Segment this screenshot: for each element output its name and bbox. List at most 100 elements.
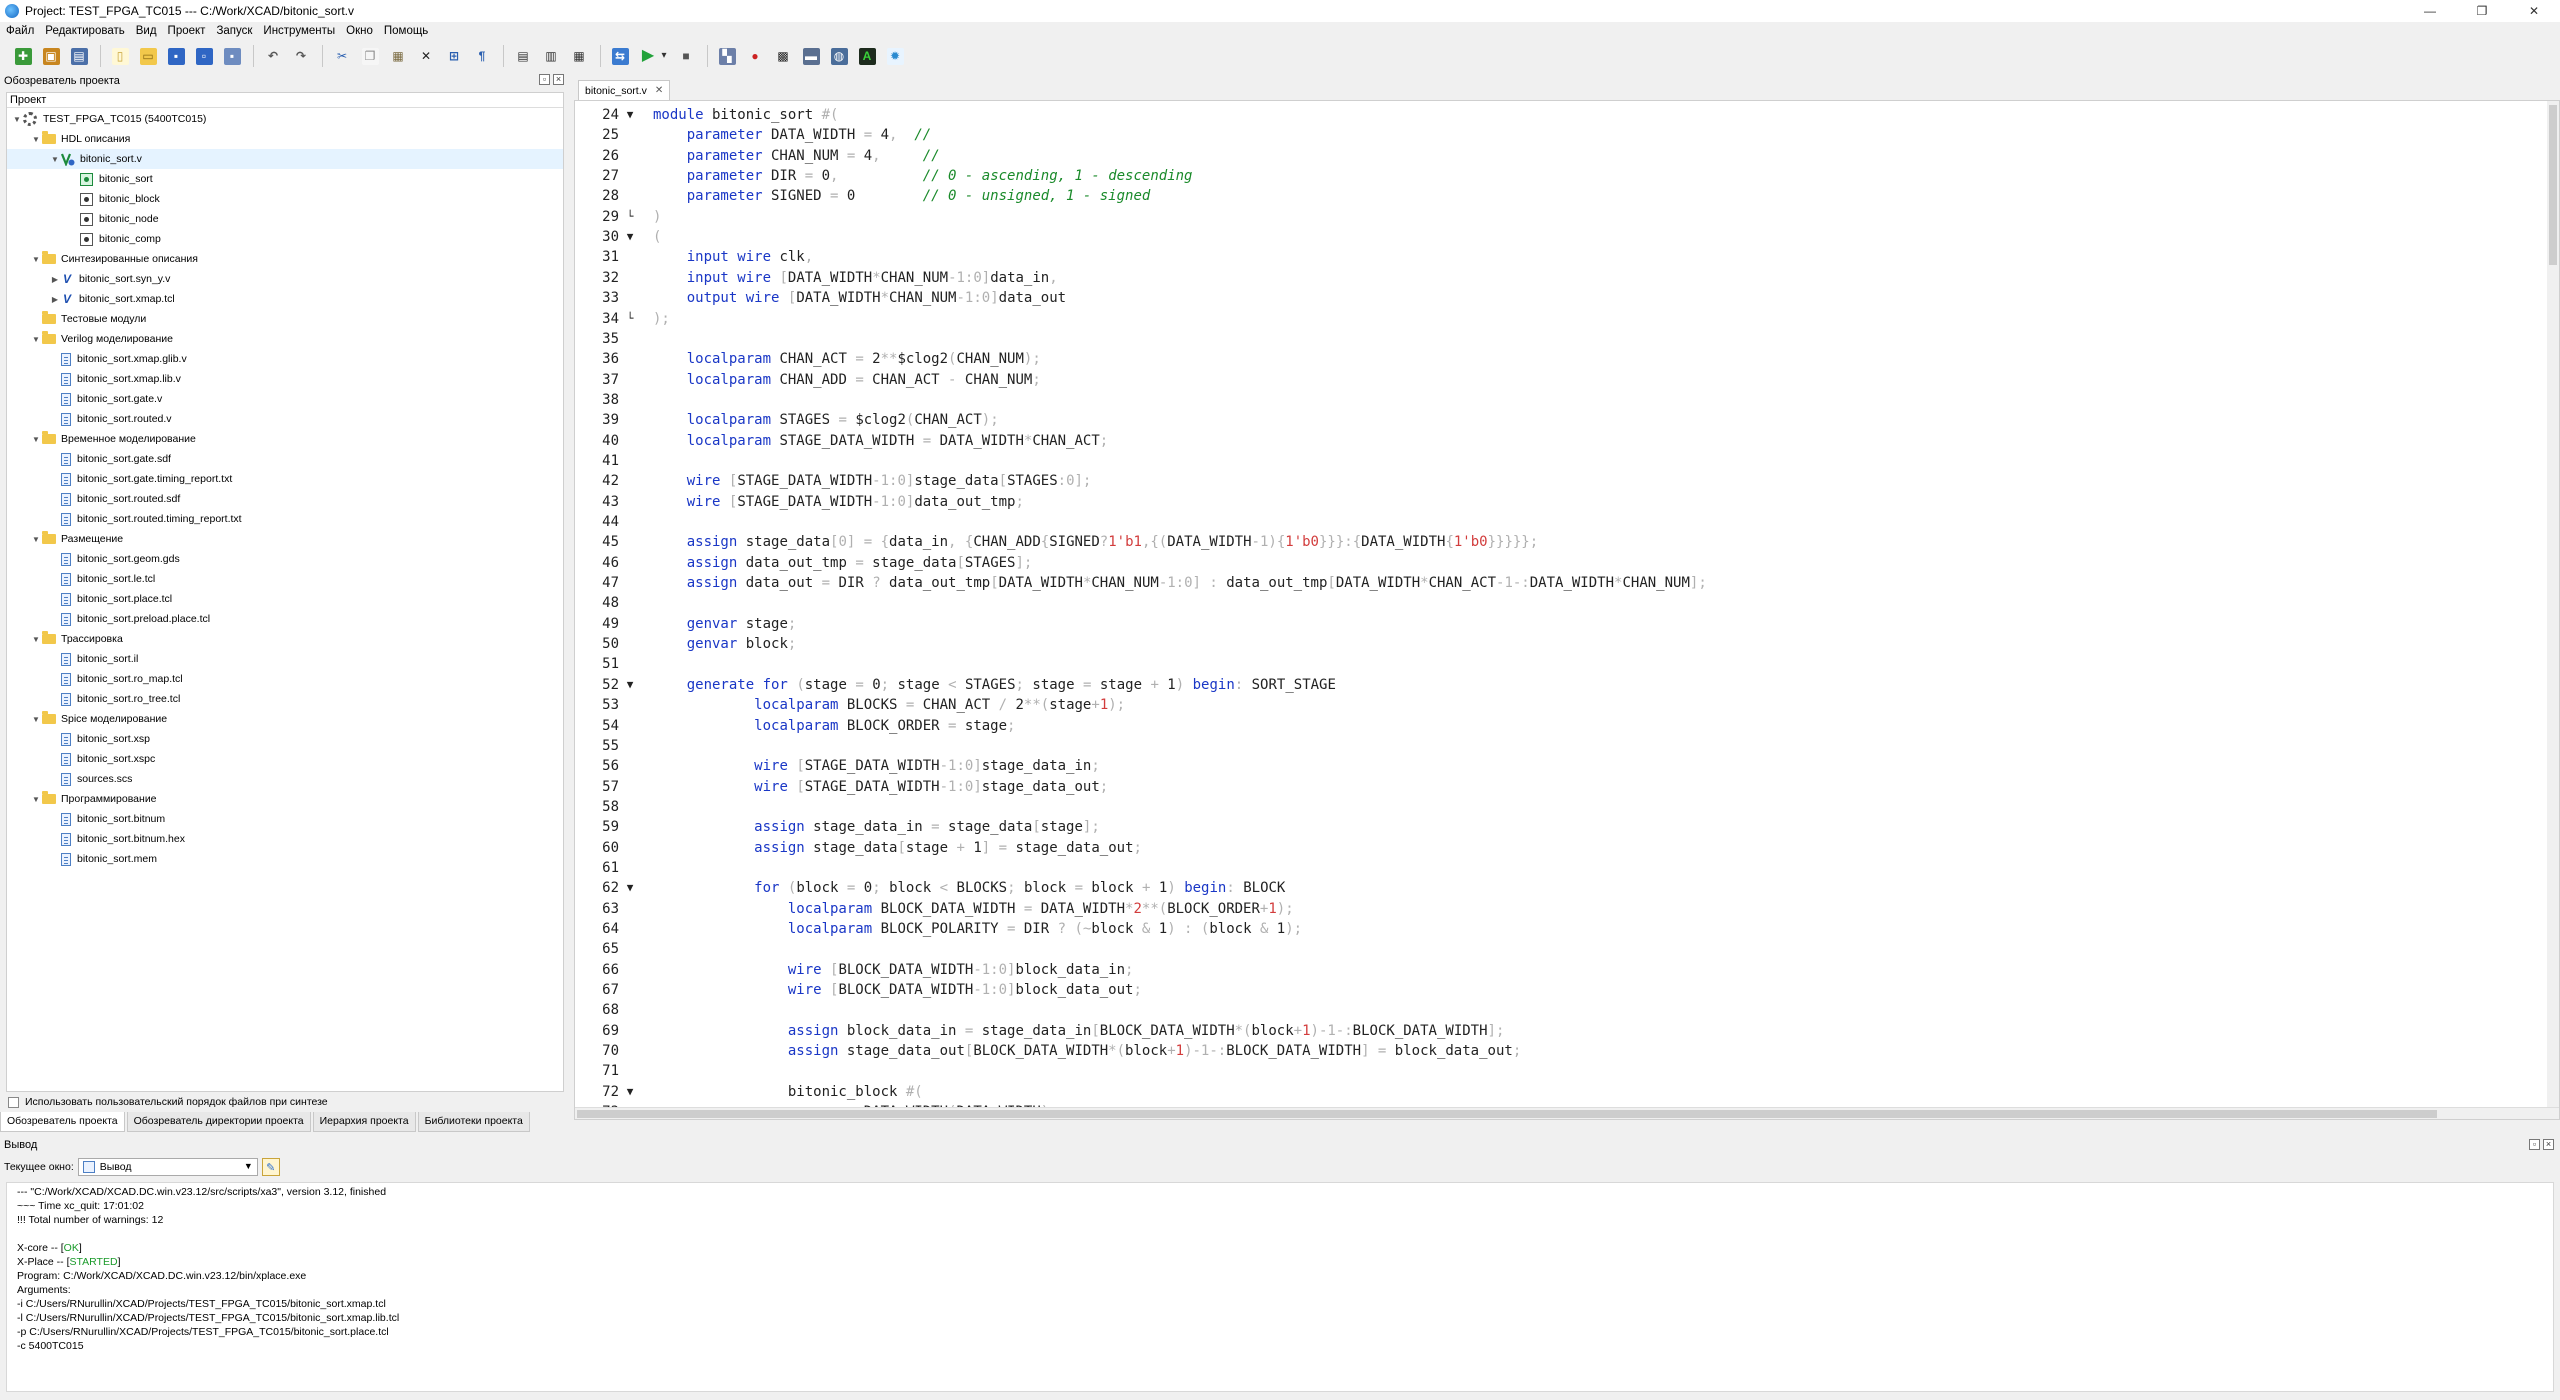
save-button[interactable]: ▪ [165,45,187,67]
debug-button[interactable]: ● [744,45,766,67]
code-line[interactable]: 30 ▼ ( [575,227,2559,247]
code-line[interactable]: 34 └); [575,309,2559,329]
tree-item[interactable]: ▼ HDL описания [7,129,563,149]
expanded-arrow-icon[interactable]: ▼ [30,335,42,344]
code-line[interactable]: 29 └) [575,207,2559,227]
tree-item[interactable]: bitonic_comp [7,229,563,249]
tree-item[interactable]: ▶ Vbitonic_sort.syn_y.v [7,269,563,289]
code-line[interactable]: 26 parameter CHAN_NUM = 4, // [575,146,2559,166]
tree-item[interactable]: sources.scs [7,769,563,789]
tree-item[interactable]: bitonic_sort.place.tcl [7,589,563,609]
code-line[interactable]: 72 ▼ bitonic_block #( [575,1082,2559,1102]
tree-item[interactable]: bitonic_sort.ro_map.tcl [7,669,563,689]
expanded-arrow-icon[interactable]: ▼ [30,535,42,544]
tree-item[interactable]: bitonic_sort.xspc [7,749,563,769]
tree-item[interactable]: ▼ Размещение [7,529,563,549]
code-line[interactable]: 56 wire [STAGE_DATA_WIDTH-1:0]stage_data… [575,756,2559,776]
page-setup-button[interactable]: ▦ [568,45,590,67]
print-button[interactable]: ▤ [512,45,534,67]
code-line[interactable]: 48 [575,593,2559,613]
tab-project-libraries[interactable]: Библиотеки проекта [417,1112,530,1132]
fold-toggle-icon[interactable]: ▼ [623,878,637,898]
open-project-button[interactable]: ▣ [40,45,62,67]
code-line[interactable]: 55 [575,736,2559,756]
code-line[interactable]: 66 wire [BLOCK_DATA_WIDTH-1:0]block_data… [575,960,2559,980]
code-line[interactable]: 32 input wire [DATA_WIDTH*CHAN_NUM-1:0]d… [575,268,2559,288]
code-line[interactable]: 51 [575,654,2559,674]
cut-button[interactable]: ✂ [331,45,353,67]
collapsed-arrow-icon[interactable]: ▶ [49,295,61,304]
code-line[interactable]: 71 [575,1061,2559,1081]
code-line[interactable]: 53 localparam BLOCKS = CHAN_ACT / 2**(st… [575,695,2559,715]
code-line[interactable]: 59 assign stage_data_in = stage_data[sta… [575,817,2559,837]
code-line[interactable]: 46 assign data_out_tmp = stage_data[STAG… [575,553,2559,573]
code-line[interactable]: 60 assign stage_data[stage + 1] = stage_… [575,838,2559,858]
tree-item[interactable]: ▼ Синтезированные описания [7,249,563,269]
tree-item[interactable]: bitonic_sort.bitnum [7,809,563,829]
close-window-button[interactable]: ✕ [2508,0,2560,22]
run-dropdown-button[interactable]: ▾ [659,45,669,67]
tree-item[interactable]: bitonic_sort.routed.v [7,409,563,429]
new-file-button[interactable]: ▯ [109,45,131,67]
tree-item[interactable]: bitonic_sort.le.tcl [7,569,563,589]
tree-item[interactable]: ▼ TEST_FPGA_TC015 (5400TC015) [7,109,563,129]
redo-button[interactable]: ↷ [290,45,312,67]
code-line[interactable]: 36 localparam CHAN_ACT = 2**$clog2(CHAN_… [575,349,2559,369]
code-line[interactable]: 65 [575,939,2559,959]
code-line[interactable]: 39 localparam STAGES = $clog2(CHAN_ACT); [575,410,2559,430]
code-line[interactable]: 52 ▼ generate for (stage = 0; stage < STA… [575,675,2559,695]
stop-button[interactable]: ■ [675,45,697,67]
code-line[interactable]: 24 ▼ module bitonic_sort #( [575,105,2559,125]
menu-item[interactable]: Инструменты [263,25,335,37]
globe-button[interactable]: ◍ [828,45,850,67]
code-editor[interactable]: 24 ▼ module bitonic_sort #(25 parameter DA… [574,100,2560,1120]
menu-item[interactable]: Файл [6,25,34,37]
collapsed-arrow-icon[interactable]: ▶ [49,275,61,284]
maximize-button[interactable]: ❐ [2456,0,2508,22]
menu-item[interactable]: Вид [136,25,157,37]
expanded-arrow-icon[interactable]: ▼ [11,115,23,124]
code-line[interactable]: 64 localparam BLOCK_POLARITY = DIR ? (~b… [575,919,2559,939]
fold-toggle-icon[interactable]: ▼ [623,1082,637,1102]
output-log[interactable]: --- "C:/Work/XCAD/XCAD.DC.win.v23.12/src… [6,1182,2554,1392]
save-all-button[interactable]: ▪ [221,45,243,67]
tab-directory-explorer[interactable]: Обозреватель директории проекта [126,1112,311,1132]
tab-project-hierarchy[interactable]: Иерархия проекта [312,1112,416,1132]
code-line[interactable]: 49 genvar stage; [575,614,2559,634]
fold-toggle-icon[interactable]: ▼ [623,227,637,247]
panel-button[interactable]: ▬ [800,45,822,67]
undo-button[interactable]: ↶ [262,45,284,67]
fold-toggle-icon[interactable]: ▼ [623,105,637,125]
minimize-button[interactable]: — [2404,0,2456,22]
code-line[interactable]: 37 localparam CHAN_ADD = CHAN_ACT - CHAN… [575,370,2559,390]
editor-tab-bitonic-sort[interactable]: bitonic_sort.v ✕ [578,80,671,100]
code-line[interactable]: 27 parameter DIR = 0, // 0 - ascending, … [575,166,2559,186]
horizontal-scrollbar[interactable] [575,1107,2559,1119]
expanded-arrow-icon[interactable]: ▼ [30,135,42,144]
code-line[interactable]: 67 wire [BLOCK_DATA_WIDTH-1:0]block_data… [575,980,2559,1000]
code-line[interactable]: 25 parameter DATA_WIDTH = 4, // [575,125,2559,145]
tree-item[interactable]: ▼ Программирование [7,789,563,809]
save-as-button[interactable]: ▫ [193,45,215,67]
tree-item[interactable]: bitonic_sort.xsp [7,729,563,749]
output-window-select[interactable]: Вывод ▼ [77,1158,258,1176]
code-line[interactable]: 35 [575,329,2559,349]
chip-button[interactable]: ▩ [772,45,794,67]
code-line[interactable]: 31 input wire clk, [575,247,2559,267]
code-line[interactable]: 28 parameter SIGNED = 0 // 0 - unsigned,… [575,186,2559,206]
tree-item[interactable]: bitonic_block [7,189,563,209]
tree-item[interactable]: ▼ bitonic_sort.v [7,149,563,169]
close-tab-icon[interactable]: ✕ [655,85,663,96]
code-line[interactable]: 44 [575,512,2559,532]
save-project-button[interactable]: ▤ [68,45,90,67]
code-line[interactable]: 45 assign stage_data[0] = {data_in, {CHA… [575,532,2559,552]
tab-project-explorer[interactable]: Обозреватель проекта [0,1112,125,1132]
code-line[interactable]: 62 ▼ for (block = 0; block < BLOCKS; bloc… [575,878,2559,898]
expanded-arrow-icon[interactable]: ▼ [30,795,42,804]
menu-item[interactable]: Окно [346,25,373,37]
paste-button[interactable]: ▦ [387,45,409,67]
expanded-arrow-icon[interactable]: ▼ [30,255,42,264]
custom-order-checkbox[interactable] [8,1096,19,1108]
float-panel-icon[interactable]: ▫ [539,74,550,85]
tree-item[interactable]: ▶ Vbitonic_sort.xmap.tcl [7,289,563,309]
